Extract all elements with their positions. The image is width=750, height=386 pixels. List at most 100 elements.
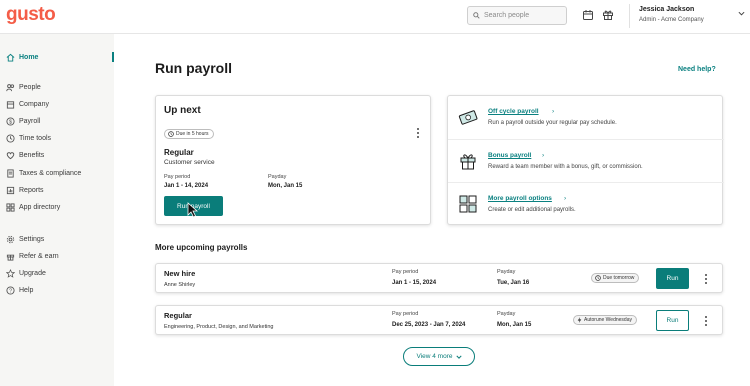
svg-text:?: ?: [9, 288, 12, 294]
sidebar-item-people[interactable]: People: [6, 81, 41, 93]
active-indicator: [112, 52, 114, 62]
off-cycle-icon: [458, 110, 478, 125]
gear-icon: [6, 235, 15, 243]
grid-icon: [6, 202, 15, 212]
sidebar-item-time-tools[interactable]: Time tools: [6, 132, 51, 144]
sidebar-item-reports[interactable]: Reports: [6, 184, 44, 196]
payroll-options-card: Off cycle payroll › Run a payroll outsid…: [447, 95, 724, 225]
pay-period-value: Jan 1 - 15, 2024: [392, 280, 437, 286]
option-title[interactable]: Bonus payroll: [488, 152, 531, 159]
gusto-logo[interactable]: gusto: [6, 4, 56, 26]
run-button[interactable]: Run: [656, 268, 689, 289]
up-next-heading: Up next: [164, 105, 201, 116]
view-more-label: View 4 more: [416, 353, 453, 360]
reports-icon: [6, 186, 15, 194]
option-title[interactable]: Off cycle payroll: [488, 108, 539, 115]
sidebar-item-label: Upgrade: [19, 269, 46, 277]
sidebar-item-label: Payroll: [19, 117, 41, 125]
pay-period-label: Pay period: [164, 174, 191, 180]
clock-icon: [6, 133, 15, 143]
sidebar-item-home[interactable]: Home: [6, 51, 38, 63]
company-icon: [6, 100, 15, 109]
option-description: Reward a team member with a bonus, gift,…: [488, 164, 643, 170]
chevron-right-icon: ›: [564, 195, 567, 202]
due-badge: Due tomorrow: [591, 273, 640, 283]
sidebar-item-label: Time tools: [19, 134, 52, 142]
sidebar-item-label: Help: [19, 286, 34, 294]
sidebar-item-label: Settings: [19, 235, 45, 243]
sidebar-item-label: Taxes & compliance: [19, 169, 82, 177]
payroll-subtitle: Anne Shirley: [164, 282, 196, 288]
payroll-subtitle: Customer service: [164, 159, 215, 166]
chevron-down-icon: [455, 355, 462, 359]
payday-value: Mon, Jan 15: [268, 183, 303, 189]
header-divider: [629, 4, 630, 28]
star-icon: [6, 268, 15, 278]
payroll-name: New hire: [164, 269, 196, 278]
calendar-icon[interactable]: [582, 9, 594, 21]
payroll-name: Regular: [164, 311, 192, 320]
upcoming-payroll-row: Regular Engineering, Product, Design, an…: [155, 305, 723, 335]
more-options-menu[interactable]: [416, 128, 420, 138]
sidebar-item-label: Company: [19, 100, 49, 108]
document-icon: [7, 168, 14, 178]
chevron-right-icon: ›: [542, 152, 545, 159]
heart-icon: [6, 151, 15, 159]
sidebar-item-upgrade[interactable]: Upgrade: [6, 267, 46, 279]
payday-label: Payday: [497, 311, 516, 317]
payday-value: Mon, Jan 15: [497, 322, 532, 328]
due-badge: Due in 5 hours: [164, 129, 214, 139]
clock-icon: [595, 275, 601, 281]
payroll-icon: $: [6, 116, 15, 125]
payday-value: Tue, Jan 16: [497, 280, 530, 286]
sidebar-item-label: Home: [19, 53, 39, 61]
sidebar-item-payroll[interactable]: $ Payroll: [6, 115, 40, 127]
lightning-icon: [577, 317, 582, 323]
svg-text:$: $: [9, 119, 12, 125]
run-button[interactable]: Run: [656, 310, 689, 331]
autorun-badge: Autorune Wednesday: [573, 315, 637, 325]
payday-label: Payday: [268, 174, 287, 180]
sidebar-item-refer[interactable]: Refer & earn: [6, 250, 59, 262]
more-options-menu[interactable]: [704, 316, 708, 326]
autorun-badge-text: Autorune Wednesday: [584, 317, 632, 323]
option-description: Run a payroll outside your regular pay s…: [488, 120, 617, 126]
more-options-icon: [459, 195, 477, 213]
chevron-down-icon[interactable]: [738, 11, 745, 16]
pay-period-label: Pay period: [392, 269, 419, 275]
sidebar-item-company[interactable]: Company: [6, 98, 49, 110]
view-more-button[interactable]: View 4 more: [403, 347, 475, 366]
people-icon: [6, 83, 15, 91]
option-title[interactable]: More payroll options: [488, 195, 552, 202]
pay-period-value: Jan 1 - 14, 2024: [164, 183, 209, 189]
payroll-subtitle: Engineering, Product, Design, and Market…: [164, 324, 274, 330]
upcoming-payroll-row: New hire Anne Shirley Pay period Jan 1 -…: [155, 263, 723, 293]
user-name[interactable]: Jessica Jackson: [639, 6, 694, 13]
search-input[interactable]: Search people: [467, 6, 567, 25]
help-icon: ?: [6, 285, 15, 294]
gift-icon[interactable]: [602, 9, 614, 21]
option-bonus[interactable]: Bonus payroll › Reward a team member wit…: [448, 139, 724, 181]
sidebar-item-benefits[interactable]: Benefits: [6, 149, 44, 161]
sidebar-item-app-directory[interactable]: App directory: [6, 201, 60, 213]
clock-icon: [168, 131, 174, 137]
search-icon: [473, 12, 480, 19]
payroll-name: Regular: [164, 148, 194, 157]
sidebar-item-settings[interactable]: Settings: [6, 233, 44, 245]
option-more[interactable]: More payroll options › Create or edit ad…: [448, 182, 724, 224]
sidebar-item-label: Refer & earn: [19, 252, 59, 260]
sidebar-item-label: Benefits: [19, 151, 45, 159]
need-help-link[interactable]: Need help?: [678, 66, 716, 73]
sidebar-item-taxes[interactable]: Taxes & compliance: [6, 167, 81, 179]
sidebar-item-help[interactable]: ? Help: [6, 284, 33, 296]
more-options-menu[interactable]: [704, 274, 708, 284]
search-placeholder: Search people: [484, 12, 530, 19]
gift-icon: [6, 254, 15, 261]
chevron-right-icon: ›: [552, 108, 555, 115]
bonus-gift-icon: [460, 154, 476, 170]
option-description: Create or edit additional payrolls.: [488, 207, 576, 213]
pay-period-label: Pay period: [392, 311, 419, 317]
pay-period-value: Dec 25, 2023 - Jan 7, 2024: [392, 322, 466, 328]
sidebar-item-label: App directory: [19, 203, 61, 211]
option-off-cycle[interactable]: Off cycle payroll › Run a payroll outsid…: [448, 96, 724, 138]
